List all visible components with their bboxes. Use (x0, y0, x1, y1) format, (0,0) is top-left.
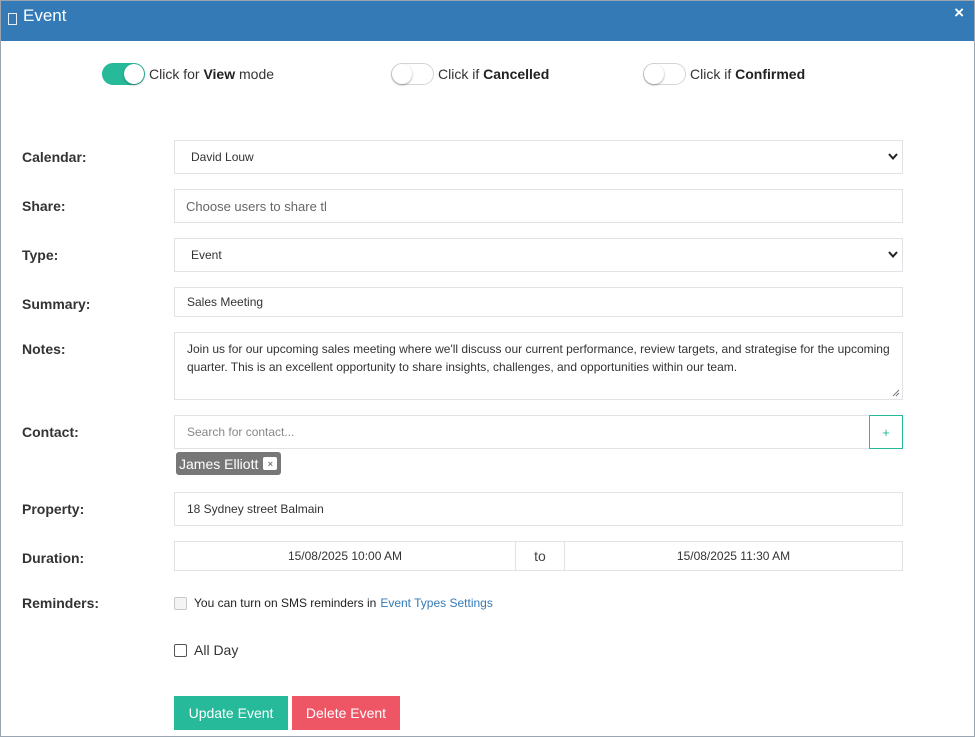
view-mode-label: Click for View mode (149, 66, 275, 82)
summary-label: Summary: (22, 296, 91, 312)
start-datetime-value: 15/08/2025 10:00 AM (287, 549, 403, 563)
contact-search: Search for contact... + (174, 415, 903, 449)
view-mode-switch[interactable] (102, 63, 145, 85)
update-event-button[interactable]: Update Event (174, 696, 288, 730)
type-value: Event (191, 248, 222, 262)
event-types-settings-link[interactable]: Event Types Settings (380, 596, 493, 610)
duration-range: 15/08/2025 10:00 AM to 15/08/2025 11:30 … (174, 541, 903, 571)
reminders-label: Reminders: (22, 595, 100, 611)
switch-knob (644, 64, 664, 84)
remove-contact-icon[interactable]: × (263, 457, 278, 470)
resize-grip-icon[interactable] (892, 389, 900, 397)
confirmed-switch[interactable] (643, 63, 686, 85)
all-day-checkbox[interactable] (174, 643, 187, 657)
contact-chip: James Elliott × (176, 452, 282, 475)
notes-value: Join us for our upcoming sales meeting w… (187, 342, 890, 374)
summary-value: Sales Meeting (187, 295, 264, 309)
window-icon (8, 13, 17, 25)
share-placeholder: Choose users to share tl (186, 198, 327, 214)
all-day-row[interactable]: All Day (174, 642, 238, 658)
confirmed-toggle[interactable]: Click if Confirmed (643, 63, 805, 85)
cancelled-switch[interactable] (391, 63, 434, 85)
view-mode-toggle[interactable]: Click for View mode (102, 63, 274, 85)
cancelled-toggle[interactable]: Click if Cancelled (391, 63, 549, 85)
close-icon[interactable]: × (954, 3, 964, 23)
duration-label: Duration: (22, 550, 85, 566)
dialog-title: Event (23, 6, 67, 25)
calendar-select[interactable]: David Louw (174, 140, 903, 174)
switch-knob (392, 64, 412, 84)
notes-label: Notes: (22, 341, 66, 357)
delete-event-button[interactable]: Delete Event (292, 696, 400, 730)
contact-search-input[interactable]: Search for contact... (174, 415, 870, 449)
cancelled-label: Click if Cancelled (438, 66, 550, 82)
sms-reminder-row: You can turn on SMS reminders in Event T… (174, 596, 493, 610)
type-label: Type: (22, 247, 59, 263)
sms-reminder-text: You can turn on SMS reminders in (194, 596, 377, 610)
switch-knob (124, 64, 144, 84)
end-datetime-input[interactable]: 15/08/2025 11:30 AM (565, 542, 902, 570)
duration-separator: to (515, 542, 565, 570)
calendar-label: Calendar: (22, 149, 87, 165)
sms-reminder-checkbox (174, 596, 187, 610)
property-input[interactable]: 18 Sydney street Balmain (174, 492, 903, 526)
share-label: Share: (22, 198, 66, 214)
type-select[interactable]: Event (174, 238, 903, 272)
event-dialog: Event × Click for View mode Click if Can… (0, 0, 975, 737)
property-label: Property: (22, 501, 85, 517)
add-contact-button[interactable]: + (869, 415, 903, 449)
chevron-down-icon (888, 153, 898, 161)
contact-chip-name: James Elliott (179, 455, 259, 472)
confirmed-label: Click if Confirmed (690, 66, 806, 82)
end-datetime-value: 15/08/2025 11:30 AM (676, 549, 791, 563)
summary-input[interactable]: Sales Meeting (174, 287, 903, 317)
contact-placeholder: Search for contact... (187, 425, 295, 439)
start-datetime-input[interactable]: 15/08/2025 10:00 AM (175, 542, 515, 570)
all-day-label: All Day (194, 642, 239, 658)
share-users-input[interactable]: Choose users to share tl (174, 189, 903, 223)
contact-label: Contact: (22, 424, 79, 440)
property-value: 18 Sydney street Balmain (187, 502, 324, 516)
calendar-value: David Louw (191, 150, 254, 164)
chevron-down-icon (888, 251, 898, 259)
dialog-titlebar: Event × (1, 1, 974, 41)
notes-textarea[interactable]: Join us for our upcoming sales meeting w… (174, 332, 903, 400)
